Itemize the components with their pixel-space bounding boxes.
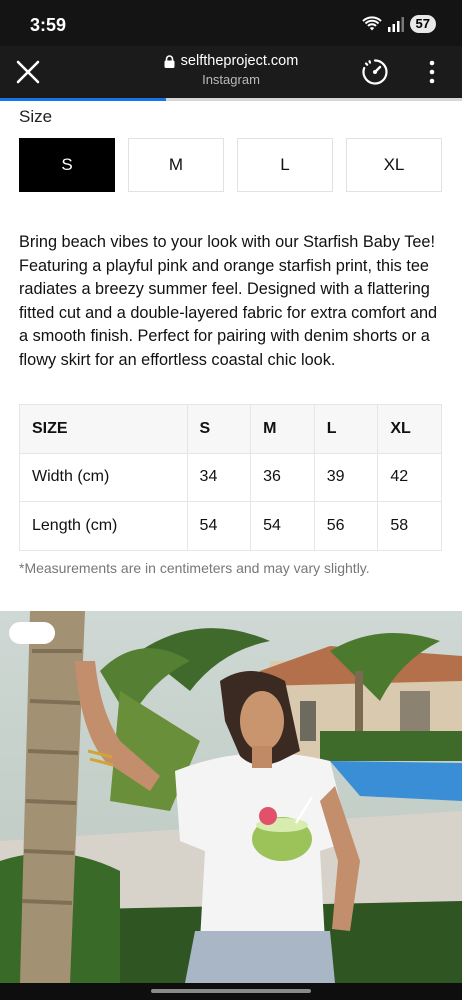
in-app-browser-toolbar: selftheproject.com Instagram — [0, 46, 462, 98]
table-cell: 39 — [313, 452, 379, 502]
table-cell: Length (cm) — [19, 501, 188, 551]
table-cell: 36 — [250, 452, 315, 502]
product-photo-illustration — [0, 611, 462, 983]
table-row: Width (cm) 34 36 39 42 — [19, 452, 442, 502]
table-cell: 42 — [377, 452, 442, 502]
status-bar: 3:59 57 — [0, 0, 462, 46]
photo-badge[interactable] — [9, 622, 55, 644]
table-cell: 54 — [250, 501, 315, 551]
table-cell: 54 — [186, 501, 252, 551]
table-header-cell: S — [186, 404, 252, 454]
url-domain: selftheproject.com — [180, 53, 299, 69]
table-row: Length (cm) 54 54 56 58 — [19, 501, 442, 551]
size-option-s[interactable]: S — [19, 138, 115, 192]
size-label: Size — [19, 107, 53, 126]
signal-icon — [387, 16, 404, 32]
size-chart-table: SIZE S M L XL Width (cm) 34 36 39 42 Len… — [19, 404, 442, 551]
url-display[interactable]: selftheproject.com Instagram — [110, 53, 352, 87]
table-header-cell: SIZE — [19, 404, 188, 454]
table-cell: 56 — [313, 501, 379, 551]
url-source-app: Instagram — [202, 72, 260, 87]
table-header-cell: XL — [377, 404, 442, 454]
product-description: Bring beach vibes to your look with our … — [19, 233, 438, 369]
size-option-xl[interactable]: XL — [346, 138, 442, 192]
gauge-icon[interactable] — [360, 57, 390, 87]
status-time: 3:59 — [30, 15, 67, 35]
table-cell: Width (cm) — [19, 452, 188, 502]
size-option-l[interactable]: L — [237, 138, 333, 192]
table-header-cell: L — [313, 404, 379, 454]
table-cell: 34 — [186, 452, 252, 502]
more-options-icon[interactable] — [422, 59, 442, 85]
product-details: Size S M L XL Bring beach vibes to your … — [0, 101, 462, 611]
table-cell: 58 — [377, 501, 442, 551]
wifi-icon — [361, 16, 382, 31]
table-header-cell: M — [250, 404, 315, 454]
size-selector: S M L XL — [19, 138, 442, 192]
battery-indicator: 57 — [409, 15, 436, 33]
product-photo[interactable] — [0, 611, 462, 983]
size-option-m[interactable]: M — [128, 138, 224, 192]
home-indicator[interactable] — [151, 989, 311, 993]
table-header-row: SIZE S M L XL — [19, 404, 442, 454]
status-icons: 57 — [361, 15, 436, 33]
system-navigation-bar — [0, 983, 462, 1000]
close-icon[interactable] — [14, 58, 42, 86]
measurement-note: *Measurements are in centimeters and may… — [19, 560, 370, 576]
lock-icon — [164, 54, 175, 68]
